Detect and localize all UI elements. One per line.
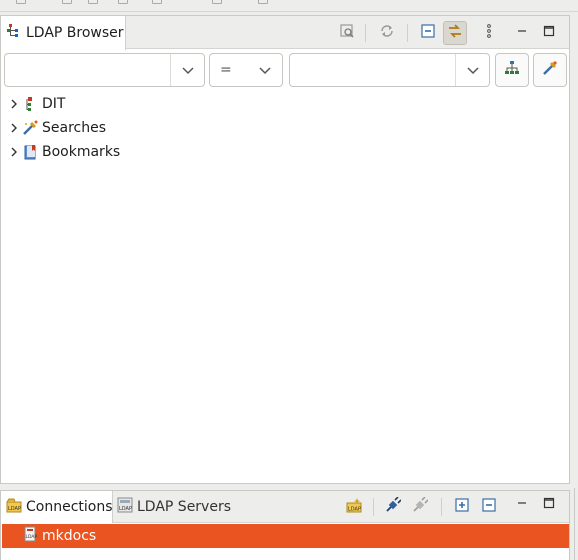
chevron-right-icon[interactable] bbox=[7, 122, 21, 134]
tree-item-label: Searches bbox=[42, 120, 107, 136]
tree-item-label: Bookmarks bbox=[42, 144, 121, 160]
minimize-button[interactable] bbox=[510, 21, 534, 45]
ldap-browser-icon bbox=[6, 23, 22, 43]
tab-connections[interactable]: LDAP Connections bbox=[1, 491, 113, 523]
tree-scope-icon bbox=[504, 60, 520, 80]
tab-ldap-browser-label: LDAP Browser bbox=[26, 25, 124, 41]
connections-tabbar: LDAP Connections LDAP LDAP Servers LDAP bbox=[1, 491, 569, 523]
connection-icon: LDAP bbox=[22, 526, 38, 546]
search-result-icon bbox=[339, 23, 355, 43]
svg-text:LDAP: LDAP bbox=[348, 507, 361, 513]
link-with-editor-icon bbox=[447, 23, 463, 43]
quick-search-bar: = bbox=[1, 50, 569, 90]
expand-all-icon bbox=[454, 497, 470, 517]
search-wand-icon bbox=[541, 59, 559, 81]
tree-item-bookmarks[interactable]: Bookmarks bbox=[1, 140, 569, 164]
chevron-down-icon[interactable] bbox=[170, 54, 204, 86]
ldap-browser-tabbar: LDAP Browser bbox=[1, 16, 569, 50]
attribute-combo[interactable] bbox=[4, 53, 205, 87]
tab-ldap-servers-label: LDAP Servers bbox=[137, 499, 232, 515]
maximize-icon bbox=[542, 496, 556, 514]
bookmarks-icon bbox=[22, 143, 40, 161]
chevron-right-icon[interactable] bbox=[7, 146, 21, 158]
collapse-all-button[interactable] bbox=[416, 21, 440, 45]
tree-item-label: DIT bbox=[42, 96, 66, 112]
connection-item-mkdocs[interactable]: LDAP mkdocs bbox=[2, 524, 569, 548]
browser-tree: DIT Searches Bookmarks bbox=[1, 92, 569, 164]
collapse-all-icon bbox=[481, 497, 497, 517]
link-with-editor-button[interactable] bbox=[443, 21, 467, 45]
connect-plug-icon bbox=[385, 496, 402, 517]
collapse-all-button[interactable] bbox=[477, 495, 501, 519]
operator-combo[interactable]: = bbox=[209, 53, 283, 87]
connections-view: LDAP Connections LDAP LDAP Servers LDAP bbox=[0, 490, 570, 560]
open-search-result-button[interactable] bbox=[335, 21, 359, 45]
collapse-all-icon bbox=[420, 23, 436, 43]
disconnect-plug-icon bbox=[412, 496, 429, 517]
operator-combo-value: = bbox=[220, 62, 232, 78]
new-connection-icon: LDAP bbox=[346, 497, 362, 517]
chevron-right-icon[interactable] bbox=[7, 98, 21, 110]
ldap-browser-view: LDAP Browser = DIT Searches Bookmarks bbox=[0, 15, 570, 484]
run-quick-search-button[interactable] bbox=[533, 53, 567, 87]
new-connection-button[interactable]: LDAP bbox=[342, 495, 366, 519]
kebab-menu-icon bbox=[481, 23, 497, 43]
maximize-icon bbox=[542, 24, 556, 42]
open-connection-button[interactable] bbox=[381, 495, 405, 519]
tree-item-dit[interactable]: DIT bbox=[1, 92, 569, 116]
connection-item-label: mkdocs bbox=[42, 528, 97, 544]
view-menu-button[interactable] bbox=[477, 21, 501, 45]
chevron-down-icon[interactable] bbox=[248, 54, 282, 86]
svg-text:LDAP: LDAP bbox=[8, 506, 21, 512]
main-toolbar-remnant bbox=[0, 0, 578, 12]
refresh-icon bbox=[379, 23, 395, 43]
ldap-servers-icon: LDAP bbox=[117, 497, 133, 517]
search-scope-button[interactable] bbox=[495, 53, 529, 87]
window-edge bbox=[574, 488, 578, 560]
svg-text:LDAP: LDAP bbox=[26, 534, 38, 540]
close-connection-button[interactable] bbox=[408, 495, 432, 519]
value-combo[interactable] bbox=[289, 53, 490, 87]
tab-ldap-browser[interactable]: LDAP Browser bbox=[1, 16, 126, 50]
refresh-button[interactable] bbox=[375, 21, 399, 45]
minimize-button[interactable] bbox=[510, 493, 534, 517]
maximize-button[interactable] bbox=[537, 21, 561, 45]
tab-connections-label: Connections bbox=[26, 499, 113, 515]
connections-icon: LDAP bbox=[6, 497, 22, 517]
tab-ldap-servers[interactable]: LDAP LDAP Servers bbox=[115, 491, 231, 523]
minimize-icon bbox=[515, 24, 529, 42]
svg-text:LDAP: LDAP bbox=[119, 506, 132, 512]
tree-item-searches[interactable]: Searches bbox=[1, 116, 569, 140]
searches-icon bbox=[22, 119, 40, 137]
minimize-icon bbox=[515, 496, 529, 514]
maximize-button[interactable] bbox=[537, 493, 561, 517]
expand-all-button[interactable] bbox=[450, 495, 474, 519]
dit-icon bbox=[22, 95, 40, 113]
chevron-down-icon[interactable] bbox=[455, 54, 489, 86]
